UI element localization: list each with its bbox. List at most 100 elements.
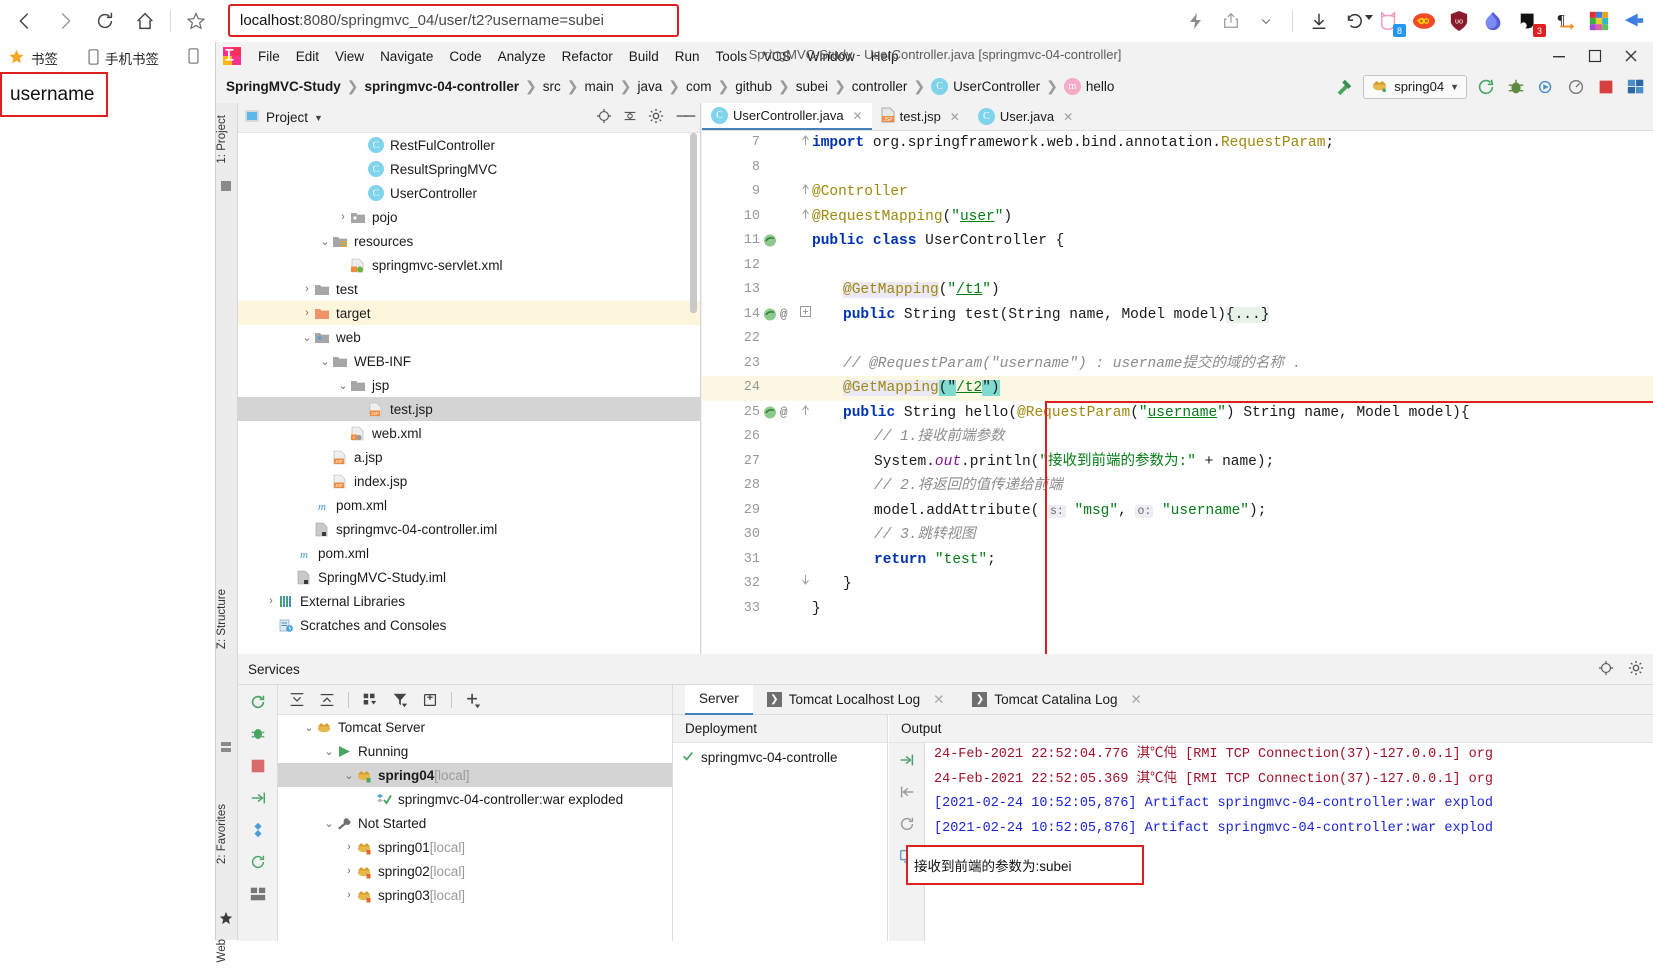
tree-item-target[interactable]: ›target — [238, 301, 700, 325]
infinity-extension-icon[interactable] — [1411, 8, 1437, 34]
sidebar-tab-favorites[interactable]: 2: Favorites — [216, 798, 238, 870]
fold-expand-icon[interactable] — [800, 303, 811, 328]
breadcrumb-item-usercontroller[interactable]: UserController — [953, 79, 1040, 94]
configure-icon[interactable] — [249, 821, 267, 839]
menu-help[interactable]: Help — [863, 46, 907, 67]
menu-tools[interactable]: Tools — [708, 46, 756, 67]
breadcrumb-item-subei[interactable]: subei — [796, 79, 828, 94]
settings-gear-icon[interactable] — [1628, 660, 1644, 679]
debug-service-icon[interactable] — [249, 725, 267, 743]
service-item-spring03[interactable]: ›spring03 [local] — [278, 883, 672, 907]
editor-hide-icon[interactable] — [682, 108, 698, 127]
expand-all-icon[interactable] — [288, 691, 306, 709]
tree-item-web-xml[interactable]: <web.xml — [238, 421, 700, 445]
minimize-button[interactable] — [1548, 45, 1570, 67]
breadcrumb-item-hello[interactable]: hello — [1086, 79, 1115, 94]
bean-icon[interactable] — [762, 307, 778, 323]
rerun-icon[interactable] — [1475, 76, 1497, 98]
fold-collapse-icon[interactable] — [800, 131, 811, 156]
close-icon[interactable]: ✕ — [1131, 692, 1142, 708]
tree-item-springmvc-04-controller-iml[interactable]: springmvc-04-controller.iml — [238, 517, 700, 541]
breadcrumb-item-springmvc-study[interactable]: SpringMVC-Study — [226, 79, 341, 94]
chevron-down-icon[interactable]: ⌄ — [322, 817, 336, 830]
tree-item-test-jsp[interactable]: JSPtest.jsp — [238, 397, 700, 421]
tree-item-resources[interactable]: ⌄resources — [238, 229, 700, 253]
project-scrollbar[interactable] — [690, 133, 697, 313]
profiler-icon[interactable] — [1565, 76, 1587, 98]
chevron-right-icon[interactable]: › — [342, 841, 356, 853]
tree-item-pom-xml[interactable]: mpom.xml — [238, 493, 700, 517]
service-item-springmvc-04-controller-war-exploded[interactable]: springmvc-04-controller:war exploded — [278, 787, 672, 811]
chevron-down-icon[interactable] — [1253, 8, 1279, 34]
tree-item-usercontroller[interactable]: CUserController — [238, 181, 700, 205]
service-item-spring02[interactable]: ›spring02 [local] — [278, 859, 672, 883]
undo-icon[interactable] — [1341, 8, 1367, 34]
add-frame-icon[interactable] — [421, 691, 439, 709]
fold-collapse-icon[interactable] — [800, 401, 811, 426]
chevron-right-icon[interactable]: › — [300, 283, 314, 295]
menu-vcs[interactable]: VCS — [755, 46, 799, 67]
tree-item-pom-xml[interactable]: mpom.xml — [238, 541, 700, 565]
menu-code[interactable]: Code — [441, 46, 489, 67]
breadcrumb-item-com[interactable]: com — [686, 79, 712, 94]
menu-navigate[interactable]: Navigate — [372, 46, 441, 67]
tree-item-jsp[interactable]: ⌄jsp — [238, 373, 700, 397]
sidebar-tab-project[interactable]: 1: Project — [216, 109, 238, 170]
pin-extension-icon[interactable] — [1621, 8, 1647, 34]
pilcrow-extension-icon[interactable]: ¶ — [1551, 8, 1577, 34]
chevron-down-icon[interactable]: ⌄ — [300, 331, 314, 344]
code-editor[interactable]: 7import org.springframework.web.bind.ann… — [702, 131, 1653, 654]
shield-extension-icon[interactable]: ᴜᴏ — [1446, 8, 1472, 34]
redeploy-icon[interactable] — [898, 815, 916, 833]
maximize-button[interactable] — [1584, 45, 1606, 67]
chevron-down-icon[interactable]: ⌄ — [336, 379, 350, 392]
breadcrumb-item-java[interactable]: java — [638, 79, 663, 94]
tab-usercontroller-java[interactable]: C UserController.java ✕ — [702, 103, 872, 130]
menu-refactor[interactable]: Refactor — [554, 46, 621, 67]
share-icon[interactable] — [1218, 8, 1244, 34]
service-item-tomcat-server[interactable]: ⌄Tomcat Server — [278, 715, 672, 739]
menu-analyze[interactable]: Analyze — [490, 46, 554, 67]
run-with-coverage-icon[interactable] — [1535, 76, 1557, 98]
tree-item-external-libraries[interactable]: ›External Libraries — [238, 589, 700, 613]
flame-extension-icon[interactable] — [1481, 8, 1507, 34]
fold-collapse-icon[interactable] — [800, 572, 811, 597]
chevron-right-icon[interactable]: › — [264, 595, 278, 607]
tree-item-web-inf[interactable]: ⌄WEB-INF — [238, 349, 700, 373]
service-item-running[interactable]: ⌄Running — [278, 739, 672, 763]
tree-item-resultspringmvc[interactable]: CResultSpringMVC — [238, 157, 700, 181]
download-icon[interactable] — [1306, 8, 1332, 34]
reload-icon[interactable] — [86, 2, 124, 40]
tab-tomcat-catalina-log[interactable]: ❯ Tomcat Catalina Log ✕ — [958, 685, 1155, 715]
menu-run[interactable]: Run — [667, 46, 708, 67]
service-item-spring01[interactable]: ›spring01 [local] — [278, 835, 672, 859]
chevron-right-icon[interactable]: › — [342, 865, 356, 877]
fold-collapse-icon[interactable] — [800, 180, 811, 205]
tree-item-springmvc-servlet-xml[interactable]: springmvc-servlet.xml — [238, 253, 700, 277]
cat-extension-icon[interactable]: 8 — [1376, 8, 1402, 34]
tab-test-jsp[interactable]: JSP test.jsp ✕ — [872, 103, 969, 130]
tree-item-restfulcontroller[interactable]: CRestFulController — [238, 133, 700, 157]
chevron-right-icon[interactable]: › — [336, 211, 350, 223]
tree-item-pojo[interactable]: ›pojo — [238, 205, 700, 229]
sidebar-tab-web[interactable]: Web — [216, 933, 238, 968]
group-icon[interactable] — [361, 691, 379, 709]
undeploy-icon[interactable] — [898, 783, 916, 801]
tree-item-scratches-and-consoles[interactable]: Scratches and Consoles — [238, 613, 700, 637]
breadcrumb-item-springmvc-04-controller[interactable]: springmvc-04-controller — [364, 79, 519, 94]
menu-edit[interactable]: Edit — [288, 46, 327, 67]
chevron-right-icon[interactable]: › — [300, 307, 314, 319]
tree-item-web[interactable]: ⌄web — [238, 325, 700, 349]
back-icon[interactable] — [6, 2, 44, 40]
tree-item-index-jsp[interactable]: JSPindex.jsp — [238, 469, 700, 493]
stop-icon[interactable] — [1595, 76, 1617, 98]
close-icon[interactable]: ✕ — [853, 109, 863, 123]
deploy-icon[interactable] — [249, 789, 267, 807]
build-hammer-icon[interactable] — [1333, 76, 1355, 98]
palette-extension-icon[interactable] — [1586, 8, 1612, 34]
bean-icon[interactable] — [762, 233, 778, 249]
menu-window[interactable]: Window — [799, 46, 863, 67]
locate-icon[interactable] — [1598, 660, 1614, 679]
service-item-not-started[interactable]: ⌄Not Started — [278, 811, 672, 835]
bookmark-item-0[interactable]: 书签 — [8, 48, 58, 68]
